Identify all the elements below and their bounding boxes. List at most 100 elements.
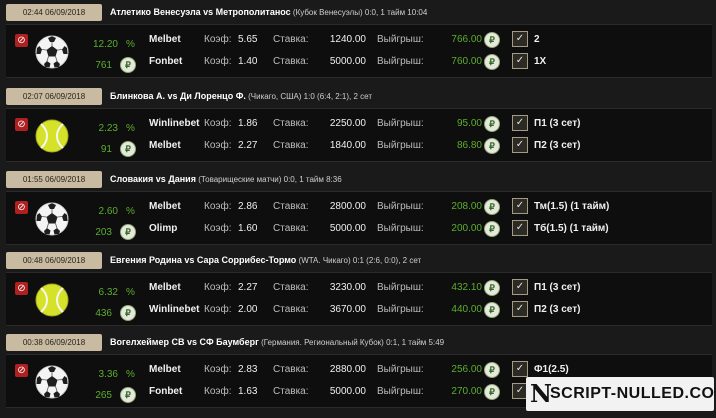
coef-value: 2.27	[238, 282, 258, 293]
bookmaker-name: Melbet	[149, 282, 181, 293]
card-header: 00:48 06/09/2018 Евгения Родина vs Сара С…	[6, 252, 712, 270]
stake-value: 5000.00	[329, 386, 366, 397]
match-name: Евгения Родина vs Сара Соррибес-Тормо	[110, 255, 297, 265]
bookmaker-name: Winlinebet	[149, 118, 200, 129]
stake-value: 1240.00	[329, 34, 366, 45]
stake-value: 2880.00	[329, 364, 366, 375]
bookmaker-name: Olimp	[149, 223, 178, 234]
bet-row: Melbet Коэф: 2.27 Ставка: 1840.00 Выйгрыш: 86.…	[6, 135, 712, 157]
win-label: Выйгрыш:	[377, 140, 424, 151]
coef-value: 2.83	[238, 364, 258, 375]
card-body: ⊘ 2.60% 203 ₽ Melbet Коэф: 2.86 Ставка: 2800.00 В…	[6, 191, 712, 245]
card-header: 01:55 06/09/2018 Словакия vs Дания (Товар…	[6, 171, 712, 189]
match-title: Словакия vs Дания (Товарищеские матчи) 0…	[110, 171, 342, 188]
confirm-checkbox[interactable]: ✓	[512, 279, 528, 295]
win-label: Выйгрыш:	[377, 118, 424, 129]
card-header: 02:07 06/09/2018 Блинкова А. vs Ди Лоренц…	[6, 88, 712, 106]
coef-value: 1.40	[238, 56, 258, 67]
stake-label: Ставка:	[273, 118, 309, 129]
stake-label: Ставка:	[273, 223, 309, 234]
bet-outcome: 2	[534, 34, 540, 45]
coef-label: Коэф:	[204, 364, 232, 375]
coef-value: 2.00	[238, 304, 258, 315]
stake-value: 1840.00	[329, 140, 366, 151]
win-value: 432.10	[451, 282, 482, 293]
match-title: Евгения Родина vs Сара Соррибес-Тормо (W…	[110, 252, 421, 269]
bookmaker-name: Melbet	[149, 140, 181, 151]
coef-label: Коэф:	[204, 118, 232, 129]
ruble-coin-icon: ₽	[484, 116, 500, 132]
bookmaker-name: Fonbet	[149, 386, 183, 397]
timestamp: 00:38 06/09/2018	[6, 334, 102, 351]
win-label: Выйгрыш:	[377, 201, 424, 212]
confirm-checkbox[interactable]: ✓	[512, 301, 528, 317]
confirm-checkbox[interactable]: ✓	[512, 137, 528, 153]
bet-row: Melbet Коэф: 2.86 Ставка: 2800.00 Выйгрыш: 208…	[6, 196, 712, 218]
match-info: (Кубок Венесуэлы) 0:0, 1 тайм 10:04	[292, 8, 428, 17]
coef-label: Коэф:	[204, 223, 232, 234]
match-info: (Товарищеские матчи) 0:0, 1 тайм 8:36	[198, 175, 342, 184]
coef-label: Коэф:	[204, 304, 232, 315]
bet-row: Olimp Коэф: 1.60 Ставка: 5000.00 Выйгрыш: 200.…	[6, 218, 712, 240]
confirm-checkbox[interactable]: ✓	[512, 31, 528, 47]
bookmaker-name: Winlinebet	[149, 304, 200, 315]
ruble-coin-icon: ₽	[484, 384, 500, 400]
bookmaker-name: Fonbet	[149, 56, 183, 67]
win-value: 95.00	[456, 118, 482, 129]
bet-row: Fonbet Коэф: 1.40 Ставка: 5000.00 Выйгрыш: 760…	[6, 51, 712, 73]
match-title: Вогелхеймер СВ vs СФ Баумберг (Германия.…	[110, 334, 444, 351]
bookmaker-name: Melbet	[149, 34, 181, 45]
bet-outcome: П2 (3 сет)	[534, 140, 581, 151]
win-label: Выйгрыш:	[377, 364, 424, 375]
stake-label: Ставка:	[273, 56, 309, 67]
ruble-coin-icon: ₽	[484, 221, 500, 237]
ruble-coin-icon: ₽	[484, 138, 500, 154]
stake-label: Ставка:	[273, 282, 309, 293]
card-header: 00:38 06/09/2018 Вогелхеймер СВ vs СФ Бау…	[6, 334, 712, 352]
bet-row: Winlinebet Коэф: 2.00 Ставка: 3670.00 Выйгрыш…	[6, 299, 712, 321]
win-label: Выйгрыш:	[377, 34, 424, 45]
win-label: Выйгрыш:	[377, 282, 424, 293]
win-label: Выйгрыш:	[377, 304, 424, 315]
card-body: ⊘ 6.32% 436 ₽ Melbet Коэф: 2.27 Ставка: 3230.00 В…	[6, 272, 712, 326]
bookmaker-name: Melbet	[149, 364, 181, 375]
win-value: 766.00	[451, 34, 482, 45]
coef-label: Коэф:	[204, 56, 232, 67]
confirm-checkbox[interactable]: ✓	[512, 361, 528, 377]
win-value: 86.80	[456, 140, 482, 151]
ruble-coin-icon: ₽	[484, 362, 500, 378]
ruble-coin-icon: ₽	[484, 199, 500, 215]
bet-outcome: П2 (3 сет)	[534, 304, 581, 315]
confirm-checkbox[interactable]: ✓	[512, 220, 528, 236]
stake-value: 2800.00	[329, 201, 366, 212]
bet-outcome: Тб(1.5) (1 тайм)	[534, 223, 609, 234]
timestamp: 00:48 06/09/2018	[6, 252, 102, 269]
coef-value: 1.86	[238, 118, 258, 129]
match-title: Атлетико Венесуэла vs Метрополитанос (Ку…	[110, 4, 427, 21]
win-value: 440.00	[451, 304, 482, 315]
win-value: 208.00	[451, 201, 482, 212]
card-header: 02:44 06/09/2018 Атлетико Венесуэла vs Ме…	[6, 4, 712, 22]
win-value: 270.00	[451, 386, 482, 397]
confirm-checkbox[interactable]: ✓	[512, 53, 528, 69]
stake-value: 5000.00	[329, 56, 366, 67]
match-name: Блинкова А. vs Ди Лоренцо Ф.	[110, 91, 246, 101]
ruble-coin-icon: ₽	[484, 280, 500, 296]
bet-outcome: Ф1(2.5)	[534, 364, 569, 375]
stake-value: 3230.00	[329, 282, 366, 293]
coef-label: Коэф:	[204, 386, 232, 397]
confirm-checkbox[interactable]: ✓	[512, 115, 528, 131]
coef-label: Коэф:	[204, 282, 232, 293]
confirm-checkbox[interactable]: ✓	[512, 198, 528, 214]
bet-outcome: П1 (3 сет)	[534, 282, 581, 293]
ruble-coin-icon: ₽	[484, 54, 500, 70]
bet-row: Winlinebet Коэф: 1.86 Ставка: 2250.00 Выйгрыш…	[6, 113, 712, 135]
match-name: Вогелхеймер СВ vs СФ Баумберг	[110, 337, 259, 347]
timestamp: 02:07 06/09/2018	[6, 88, 102, 105]
coef-value: 1.63	[238, 386, 258, 397]
bet-outcome: Тм(1.5) (1 тайм)	[534, 201, 610, 212]
bet-row: Melbet Коэф: 2.27 Ставка: 3230.00 Выйгрыш: 432…	[6, 277, 712, 299]
win-value: 200.00	[451, 223, 482, 234]
match-info: (Германия. Региональный Кубок) 0:1, 1 та…	[261, 338, 445, 347]
coef-label: Коэф:	[204, 34, 232, 45]
